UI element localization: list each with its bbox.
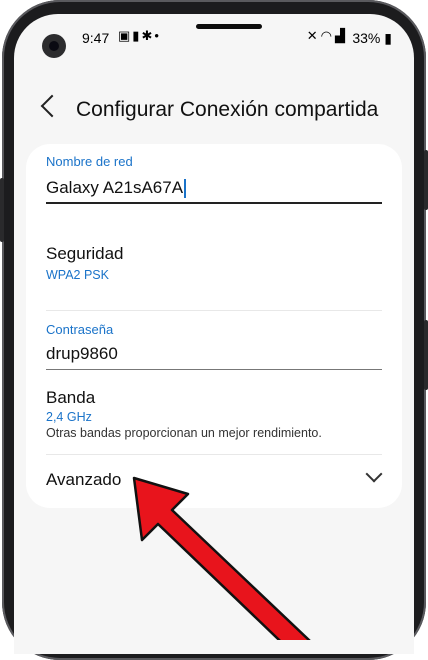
gear-icon: ✱ xyxy=(141,28,155,43)
back-arrow-icon[interactable] xyxy=(40,94,64,118)
network-name-label: Nombre de red xyxy=(46,154,133,169)
band-value: 2,4 GHz xyxy=(46,410,92,424)
phone-side-button xyxy=(0,178,4,242)
phone-side-button xyxy=(424,150,428,210)
band-setting[interactable]: Banda 2,4 GHz Otras bandas proporcionan … xyxy=(26,374,402,448)
band-note: Otras bandas proporcionan un mejor rendi… xyxy=(46,426,322,440)
security-setting[interactable]: Seguridad WPA2 PSK xyxy=(26,224,402,294)
divider xyxy=(46,454,382,455)
wifi-icon: ◠ xyxy=(320,28,335,43)
band-title: Banda xyxy=(46,388,96,407)
battery-percent: 33% xyxy=(352,30,381,46)
password-field[interactable]: drup9860 xyxy=(46,344,118,364)
battery-icon: ▮ xyxy=(384,30,392,46)
status-left-icons: ▣▮✱• xyxy=(118,28,161,44)
password-value: drup9860 xyxy=(46,344,118,363)
advanced-setting[interactable]: Avanzado xyxy=(26,456,402,506)
front-camera-icon xyxy=(42,34,66,58)
battery-status: 33% ▮ xyxy=(352,30,392,47)
status-time: 9:47 xyxy=(82,30,110,46)
earpiece-speaker xyxy=(196,24,262,29)
security-title: Seguridad xyxy=(46,244,124,263)
status-right-icons: ✕◠▟ xyxy=(307,28,348,44)
network-name-field[interactable]: Galaxy A21sA67A xyxy=(46,178,187,199)
dot-icon: • xyxy=(154,28,161,43)
network-name-value: Galaxy A21sA67A xyxy=(46,178,184,197)
divider xyxy=(46,310,382,311)
image-icon: ▣ xyxy=(118,28,133,43)
screen: 9:47 ▣▮✱• ✕◠▟ 33% ▮ Configurar Conexión … xyxy=(14,14,414,654)
password-label: Contraseña xyxy=(46,322,114,337)
phone-side-button xyxy=(424,320,428,390)
text-cursor xyxy=(184,179,187,199)
app-header: Configurar Conexión compartida xyxy=(14,84,414,134)
security-value: WPA2 PSK xyxy=(46,268,109,282)
page-title: Configurar Conexión compartida xyxy=(76,98,379,121)
advanced-title: Avanzado xyxy=(46,470,122,489)
network-name-underline xyxy=(46,202,382,204)
settings-card: Nombre de red Galaxy A21sA67A Seguridad … xyxy=(26,144,402,508)
password-underline xyxy=(46,369,382,370)
signal-icon: ▟ xyxy=(335,28,348,43)
mute-icon: ✕ xyxy=(306,28,321,43)
